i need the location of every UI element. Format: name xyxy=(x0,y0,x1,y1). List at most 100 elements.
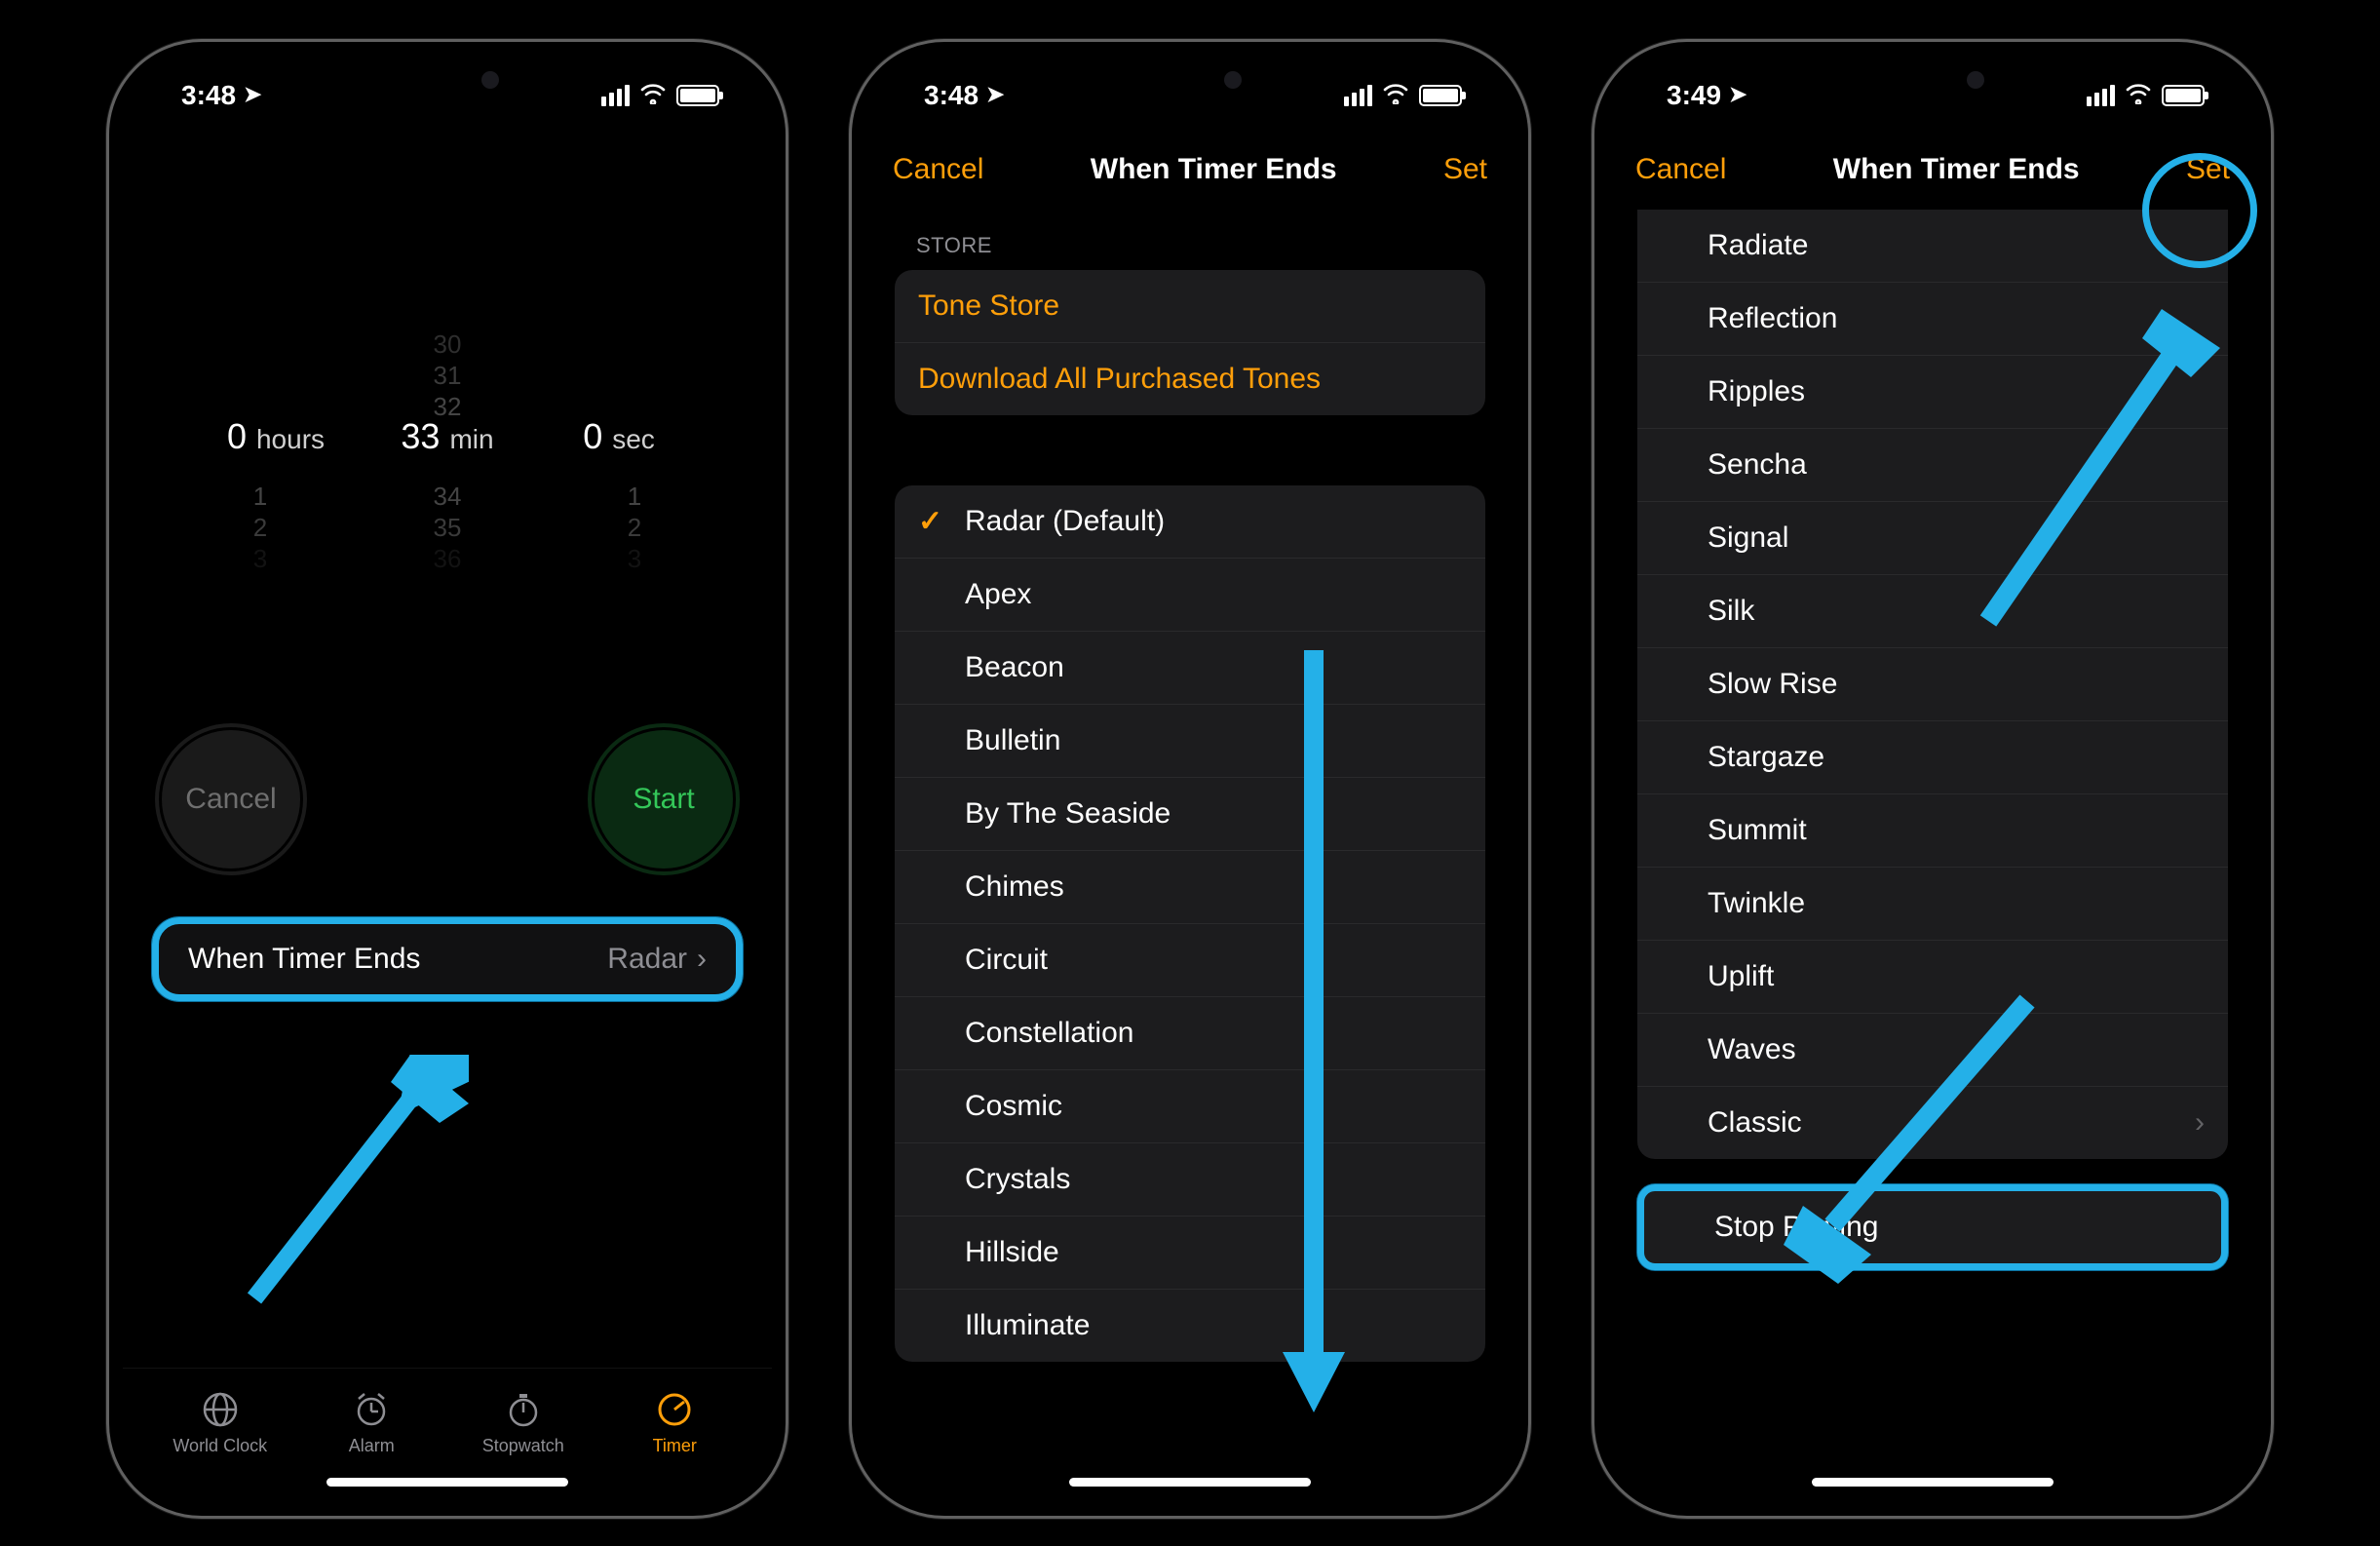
picker-rows-below: 1 2 3 34 35 36 1 2 3 xyxy=(123,483,772,574)
ringtone-row[interactable]: Uplift xyxy=(1637,941,2228,1014)
picker-hours[interactable]: 0 xyxy=(227,416,247,457)
store-list: Tone Store Download All Purchased Tones xyxy=(895,270,1485,415)
ringtone-row[interactable]: Crystals xyxy=(895,1143,1485,1217)
screen-1: 3:48 ➤ 30 31 32 xyxy=(123,56,772,1502)
section-header-store: Store xyxy=(865,204,1515,270)
ringtone-label: Slow Rise xyxy=(1708,668,1837,701)
phone-frame-2: 3:48 ➤ Cancel When Timer Ends Set Store … xyxy=(849,39,1531,1519)
stop-playing-row[interactable]: Stop Playing xyxy=(1637,1184,2228,1270)
ringtone-label: Radiate xyxy=(1708,229,1808,262)
battery-icon xyxy=(676,85,719,106)
alarm-icon xyxy=(353,1389,390,1430)
cell-signal-icon xyxy=(2087,85,2115,106)
tab-timer[interactable]: Timer xyxy=(606,1389,743,1456)
volume-down xyxy=(106,559,109,676)
side-button xyxy=(2271,403,2274,588)
volume-up xyxy=(106,412,109,529)
battery-icon xyxy=(2162,85,2205,106)
volume-down xyxy=(1592,559,1594,676)
ringtone-row[interactable]: Circuit xyxy=(895,924,1485,997)
download-tones-link[interactable]: Download All Purchased Tones xyxy=(895,343,1485,415)
ringtone-label: Summit xyxy=(1708,814,1807,847)
time-picker[interactable]: 30 31 32 0hours 33min 0sec 1 2 3 xyxy=(123,301,772,574)
ringtone-row[interactable]: Hillside xyxy=(895,1217,1485,1290)
notch xyxy=(326,56,569,104)
status-time: 3:48 xyxy=(181,80,236,111)
tab-stopwatch[interactable]: Stopwatch xyxy=(455,1389,592,1456)
ringtone-row[interactable]: Ripples xyxy=(1637,356,2228,429)
ringtone-row[interactable]: Twinkle xyxy=(1637,868,2228,941)
screen-2: 3:48 ➤ Cancel When Timer Ends Set Store … xyxy=(865,56,1515,1502)
ringtone-row[interactable]: Stargaze xyxy=(1637,721,2228,794)
mute-switch xyxy=(106,325,109,383)
ringtone-row[interactable]: Beacon xyxy=(895,632,1485,705)
tab-world-clock[interactable]: World Clock xyxy=(152,1389,288,1456)
checkmark-icon: ✓ xyxy=(918,505,942,539)
status-time: 3:48 xyxy=(924,80,979,111)
ringtone-row[interactable]: Radiate xyxy=(1637,210,2228,283)
location-icon: ➤ xyxy=(1729,82,1747,107)
ringtone-label: Sencha xyxy=(1708,448,1807,482)
ringtone-row[interactable]: Cosmic xyxy=(895,1070,1485,1143)
phone-frame-3: 3:49 ➤ Cancel When Timer Ends Set Radiat… xyxy=(1592,39,2274,1519)
ringtone-row[interactable]: Signal xyxy=(1637,502,2228,575)
cancel-button[interactable]: Cancel xyxy=(162,730,300,869)
ringtone-label: Crystals xyxy=(965,1163,1070,1196)
status-icons xyxy=(601,80,719,111)
status-icons xyxy=(2087,80,2205,111)
start-button[interactable]: Start xyxy=(595,730,733,869)
ringtone-row[interactable]: Waves xyxy=(1637,1014,2228,1087)
ringtone-label: Circuit xyxy=(965,944,1048,977)
ringtone-row[interactable]: Bulletin xyxy=(895,705,1485,778)
ringtone-row[interactable]: Constellation xyxy=(895,997,1485,1070)
ringtone-row[interactable]: Slow Rise xyxy=(1637,648,2228,721)
wifi-icon xyxy=(1382,80,1409,111)
wifi-icon xyxy=(2125,80,2152,111)
home-indicator[interactable] xyxy=(326,1478,568,1487)
when-timer-ends-row[interactable]: When Timer Ends Radar › xyxy=(152,917,743,1001)
location-icon: ➤ xyxy=(986,82,1004,107)
chevron-right-icon: › xyxy=(2195,1106,2205,1140)
ringtone-label: Apex xyxy=(965,578,1031,611)
volume-up xyxy=(849,412,852,529)
ringtone-list[interactable]: ✓Radar (Default) Apex Beacon Bulletin By The… xyxy=(895,485,1485,1362)
nav-bar: Cancel When Timer Ends Set xyxy=(1608,135,2257,204)
ringtone-row[interactable]: Chimes xyxy=(895,851,1485,924)
volume-up xyxy=(1592,412,1594,529)
ringtone-row[interactable]: By The Seaside xyxy=(895,778,1485,851)
home-indicator[interactable] xyxy=(1812,1478,2054,1487)
picker-minutes[interactable]: 33 xyxy=(401,416,440,457)
tone-store-link[interactable]: Tone Store xyxy=(895,270,1485,343)
notch xyxy=(1068,56,1312,104)
mute-switch xyxy=(1592,325,1594,383)
ringtone-row[interactable]: Sencha xyxy=(1637,429,2228,502)
phone-frame-1: 3:48 ➤ 30 31 32 xyxy=(106,39,788,1519)
status-time: 3:49 xyxy=(1667,80,1721,111)
notch xyxy=(1811,56,2054,104)
ringtone-row[interactable]: Illuminate xyxy=(895,1290,1485,1362)
tab-bar: World Clock Alarm Stopwatch Timer xyxy=(123,1368,772,1494)
ringtone-label: By The Seaside xyxy=(965,797,1171,831)
ringtone-row[interactable]: Summit xyxy=(1637,794,2228,868)
ringtone-label: Silk xyxy=(1708,595,1754,628)
picker-seconds[interactable]: 0 xyxy=(583,416,602,457)
ringtone-label: Constellation xyxy=(965,1017,1133,1050)
cancel-link[interactable]: Cancel xyxy=(1635,153,1726,186)
location-icon: ➤ xyxy=(244,82,261,107)
ringtone-row[interactable]: Apex xyxy=(895,559,1485,632)
ringtone-label: Illuminate xyxy=(965,1309,1090,1342)
set-link[interactable]: Set xyxy=(2186,153,2230,186)
wifi-icon xyxy=(639,80,667,111)
ringtone-list[interactable]: Radiate ReflectionRipples Sencha Signal Silk… xyxy=(1637,210,2228,1159)
ringtone-row[interactable]: Silk xyxy=(1637,575,2228,648)
cancel-link[interactable]: Cancel xyxy=(893,153,983,186)
ringtone-row[interactable]: Classic› xyxy=(1637,1087,2228,1159)
ringtone-label: Chimes xyxy=(965,870,1064,904)
set-link[interactable]: Set xyxy=(1443,153,1487,186)
home-indicator[interactable] xyxy=(1069,1478,1311,1487)
ringtone-row[interactable]: ✓Radar (Default) xyxy=(895,485,1485,559)
ringtone-label: Beacon xyxy=(965,651,1064,684)
volume-down xyxy=(849,559,852,676)
tab-alarm[interactable]: Alarm xyxy=(303,1389,440,1456)
ringtone-row[interactable]: Reflection xyxy=(1637,283,2228,356)
